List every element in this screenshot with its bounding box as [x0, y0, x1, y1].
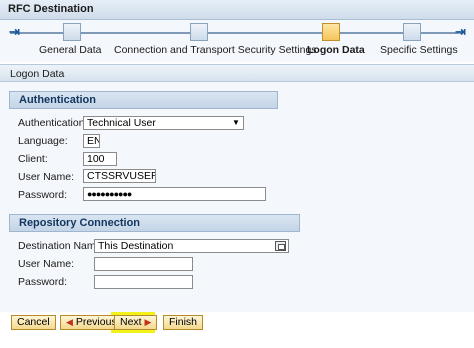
roadmap-step-general-data[interactable]	[63, 23, 81, 41]
authentication-group-header: Authentication	[9, 91, 278, 109]
arrow-left-icon: ◀	[66, 317, 73, 327]
chevron-down-icon[interactable]: ▼	[230, 118, 242, 128]
footer-toolbar: Cancel ◀ Previous Next ▶ Finish	[0, 312, 474, 348]
roadmap-label-connection-security[interactable]: Connection and Transport Security Settin…	[114, 44, 317, 56]
roadmap-label-general-data[interactable]: General Data	[39, 44, 101, 56]
repository-group-header: Repository Connection	[9, 214, 300, 232]
destination-name-input[interactable]: This Destination	[94, 239, 289, 253]
next-button[interactable]: Next ▶	[114, 315, 158, 330]
previous-button-label: Previous	[75, 316, 117, 328]
user-name-input[interactable]: CTSSRVUSER	[83, 169, 156, 183]
authentication-dropdown[interactable]: Technical User ▼	[83, 116, 244, 130]
roadmap-step-specific-settings[interactable]	[403, 23, 421, 41]
section-title: Logon Data	[0, 64, 474, 82]
roadmap-start-icon: ⇥	[9, 24, 20, 39]
window-title: RFC Destination	[0, 0, 474, 20]
roadmap: ⇥ ⇥ General Data Connection and Transpor…	[0, 20, 474, 62]
repo-password-input[interactable]	[94, 275, 193, 289]
finish-button[interactable]: Finish	[163, 315, 204, 330]
next-button-label: Next	[120, 316, 142, 328]
roadmap-label-specific-settings[interactable]: Specific Settings	[380, 44, 458, 56]
repo-user-name-label: User Name:	[18, 258, 75, 270]
language-label: Language:	[18, 135, 68, 147]
roadmap-label-logon-data[interactable]: Logon Data	[307, 44, 365, 56]
client-label: Client:	[18, 153, 48, 165]
password-input[interactable]: ●●●●●●●●●●	[83, 187, 266, 201]
repo-user-name-input[interactable]	[94, 257, 193, 271]
authentication-value: Technical User	[87, 117, 156, 129]
user-name-label: User Name:	[18, 171, 75, 183]
roadmap-step-logon-data[interactable]	[322, 23, 340, 41]
repo-password-label: Password:	[18, 276, 68, 288]
language-input[interactable]: EN	[83, 134, 100, 148]
roadmap-end-icon: ⇥	[455, 24, 466, 39]
authentication-label: Authentication:	[18, 117, 88, 129]
destination-name-label: Destination Name:	[18, 240, 105, 252]
value-help-icon[interactable]	[275, 241, 286, 251]
cancel-button[interactable]: Cancel	[11, 315, 56, 330]
form-content: Authentication Authentication: Technical…	[0, 82, 474, 312]
destination-name-value: This Destination	[98, 240, 174, 252]
client-input[interactable]: 100	[83, 152, 117, 166]
arrow-right-icon: ▶	[144, 317, 152, 327]
password-label: Password:	[18, 189, 68, 201]
roadmap-step-connection-security[interactable]	[190, 23, 208, 41]
